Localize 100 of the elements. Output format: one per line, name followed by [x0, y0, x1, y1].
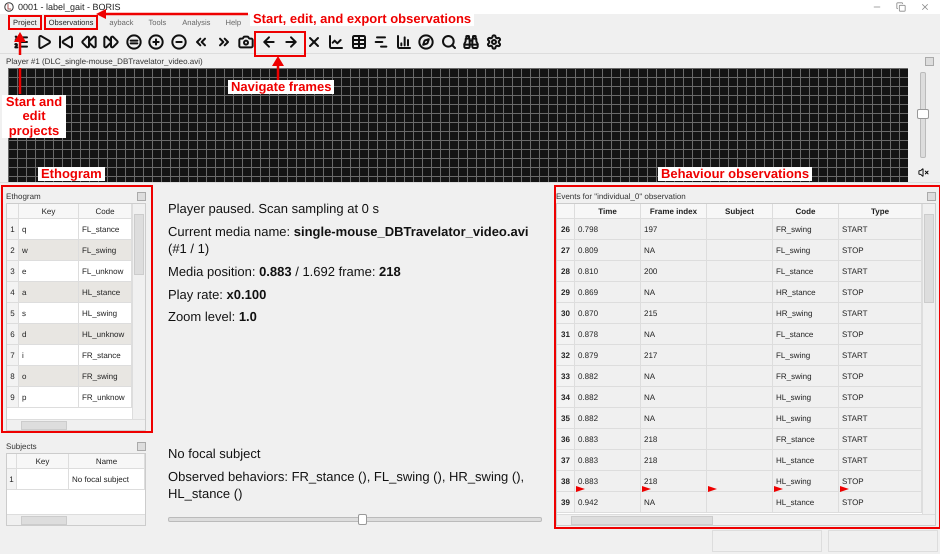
table-cell: FL_swing: [79, 240, 132, 261]
fast-forward-icon[interactable]: [103, 34, 119, 50]
highlight-frame: [254, 31, 306, 57]
float-icon[interactable]: [137, 192, 146, 200]
compass-icon[interactable]: [418, 34, 434, 50]
table-cell: i: [19, 345, 79, 366]
row-number: 28: [557, 261, 575, 282]
table-cell: HL_swing: [773, 387, 839, 408]
volume-slider[interactable]: [920, 72, 926, 158]
float-icon[interactable]: [927, 192, 936, 200]
scrollbar-thumb[interactable]: [924, 214, 934, 303]
table-cell: FL_stance: [79, 219, 132, 240]
arrow-left-icon[interactable]: [260, 34, 276, 50]
table-cell: FL_stance: [773, 324, 839, 345]
scrollbar-thumb[interactable]: [134, 214, 144, 274]
row-number: 7: [7, 345, 19, 366]
skip-back-icon[interactable]: [58, 34, 74, 50]
column-header[interactable]: Type: [839, 204, 922, 219]
annotation-label: Start, edit, and export observations: [250, 12, 474, 26]
table-cell: p: [19, 387, 79, 408]
table-cell: 197: [641, 219, 707, 240]
table-cell: [17, 469, 69, 490]
scrollbar[interactable]: [7, 419, 145, 430]
pointer-arrow: [272, 56, 284, 80]
table-cell: 0.882: [575, 387, 641, 408]
arrow-right-icon[interactable]: [283, 34, 299, 50]
rewind-icon[interactable]: [80, 34, 96, 50]
scrollbar-thumb[interactable]: [21, 420, 67, 430]
row-number: 9: [7, 387, 19, 408]
table-cell: STOP: [839, 240, 922, 261]
row-number: 30: [557, 303, 575, 324]
column-header[interactable]: Name: [69, 454, 145, 469]
settings-icon[interactable]: [486, 34, 502, 50]
column-header[interactable]: Key: [17, 454, 69, 469]
table-cell: HR_stance: [773, 282, 839, 303]
column-header[interactable]: Code: [79, 204, 132, 219]
table-cell: 215: [641, 303, 707, 324]
position-thumb[interactable]: [358, 514, 368, 525]
row-number: 27: [557, 240, 575, 261]
table-cell: START: [839, 408, 922, 429]
scrollbar-thumb[interactable]: [21, 516, 67, 524]
row-number: 26: [557, 219, 575, 240]
scrollbar[interactable]: [922, 204, 935, 514]
row-number: 36: [557, 429, 575, 450]
column-header[interactable]: Frame index: [641, 204, 707, 219]
table-cell: STOP: [839, 282, 922, 303]
scrollbar[interactable]: [557, 514, 935, 525]
column-header[interactable]: Code: [773, 204, 839, 219]
line-chart-icon[interactable]: [328, 34, 344, 50]
row-number: 29: [557, 282, 575, 303]
scrollbar-thumb[interactable]: [571, 516, 713, 524]
table-cell: FL_swing: [773, 240, 839, 261]
table-icon[interactable]: [350, 34, 366, 50]
row-number: 5: [7, 303, 19, 324]
row-number: 31: [557, 324, 575, 345]
table-cell: q: [19, 219, 79, 240]
table-cell: STOP: [839, 366, 922, 387]
annotation-label: Navigate frames: [228, 80, 334, 94]
row-number: 37: [557, 450, 575, 471]
column-header[interactable]: Subject: [707, 204, 773, 219]
circle-equal-icon[interactable]: [126, 34, 142, 50]
table-cell: No focal subject: [69, 469, 145, 490]
table-cell: 0.882: [575, 366, 641, 387]
camera-icon[interactable]: [238, 34, 254, 50]
position-slider[interactable]: [168, 517, 542, 522]
row-number: 1: [7, 469, 17, 490]
float-icon[interactable]: [137, 442, 146, 450]
table-cell: HL_stance: [773, 450, 839, 471]
circle-minus-icon[interactable]: [170, 34, 186, 50]
scrollbar[interactable]: [132, 204, 145, 419]
volume-thumb[interactable]: [917, 109, 929, 119]
table-cell: HL_swing: [79, 303, 132, 324]
annotation-label: Behaviour observations: [658, 167, 812, 182]
scrollbar[interactable]: [7, 514, 145, 525]
table-cell: e: [19, 261, 79, 282]
column-header[interactable]: Key: [19, 204, 79, 219]
table-cell: 218: [641, 429, 707, 450]
gantt-chart-icon[interactable]: [373, 34, 389, 50]
circle-plus-icon[interactable]: [148, 34, 164, 50]
table-cell: [707, 219, 773, 240]
column-header[interactable]: Time: [575, 204, 641, 219]
play-icon[interactable]: [36, 34, 52, 50]
float-icon[interactable]: [925, 56, 934, 66]
table-cell: NA: [641, 366, 707, 387]
bar-chart-icon[interactable]: [396, 34, 412, 50]
table-cell: FR_swing: [773, 366, 839, 387]
status-text: Current media name: single-mouse_DBTravelator_video.avi (#1 / 1): [168, 224, 530, 258]
table-cell: 0.810: [575, 261, 641, 282]
table-cell: NA: [641, 492, 707, 513]
row-number: 39: [557, 492, 575, 513]
table-cell: STOP: [839, 471, 922, 492]
mute-icon[interactable]: [918, 167, 928, 178]
table-cell: NA: [641, 408, 707, 429]
table-cell: START: [839, 219, 922, 240]
table-cell: START: [839, 429, 922, 450]
search-icon[interactable]: [440, 34, 456, 50]
table-cell: START: [839, 450, 922, 471]
restore-icon[interactable]: [896, 2, 906, 12]
table-cell: HL_swing: [773, 471, 839, 492]
binoculars-icon[interactable]: [463, 34, 479, 50]
